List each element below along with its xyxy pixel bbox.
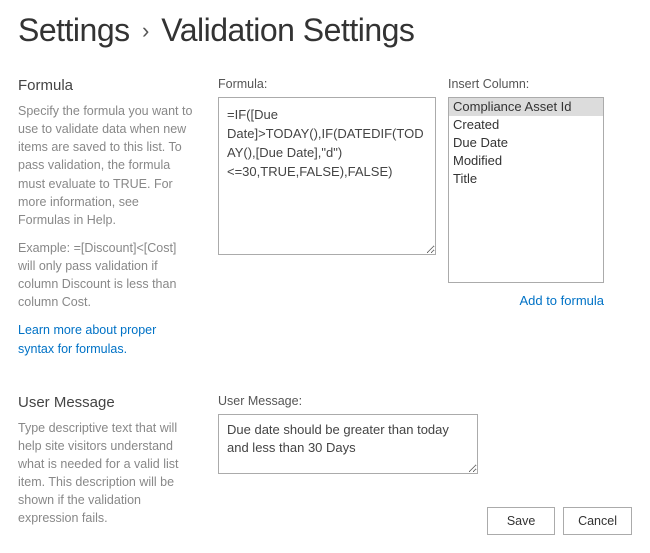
insert-column-label: Insert Column: xyxy=(448,77,529,91)
add-to-formula-link[interactable]: Add to formula xyxy=(519,293,604,308)
column-option[interactable]: Modified xyxy=(449,152,603,170)
usermsg-desc: Type descriptive text that will help sit… xyxy=(18,419,194,528)
section-formula: Formula Specify the formula you want to … xyxy=(18,77,632,358)
usermsg-heading: User Message xyxy=(18,394,194,411)
column-option[interactable]: Title xyxy=(449,170,603,188)
action-buttons: Save Cancel xyxy=(487,507,632,535)
formula-desc-1: Specify the formula you want to use to v… xyxy=(18,102,194,229)
formula-heading: Formula xyxy=(18,77,194,94)
column-option[interactable]: Due Date xyxy=(449,134,603,152)
formula-input-label: Formula: xyxy=(218,77,436,91)
chevron-right-icon: › xyxy=(142,18,149,43)
formula-input[interactable] xyxy=(218,97,436,255)
usermsg-input-label: User Message: xyxy=(218,394,632,408)
column-option[interactable]: Compliance Asset Id xyxy=(449,98,603,116)
formula-desc-2: Example: =[Discount]<[Cost] will only pa… xyxy=(18,239,194,312)
usermsg-input[interactable] xyxy=(218,414,478,474)
insert-column-listbox[interactable]: Compliance Asset IdCreatedDue DateModifi… xyxy=(448,97,604,283)
cancel-button[interactable]: Cancel xyxy=(563,507,632,535)
breadcrumb-root[interactable]: Settings xyxy=(18,12,130,48)
column-option[interactable]: Created xyxy=(449,116,603,134)
formula-help-link[interactable]: Learn more about proper syntax for formu… xyxy=(18,323,156,355)
breadcrumb-current: Validation Settings xyxy=(161,12,414,48)
page-header: Settings › Validation Settings xyxy=(18,12,632,49)
save-button[interactable]: Save xyxy=(487,507,555,535)
